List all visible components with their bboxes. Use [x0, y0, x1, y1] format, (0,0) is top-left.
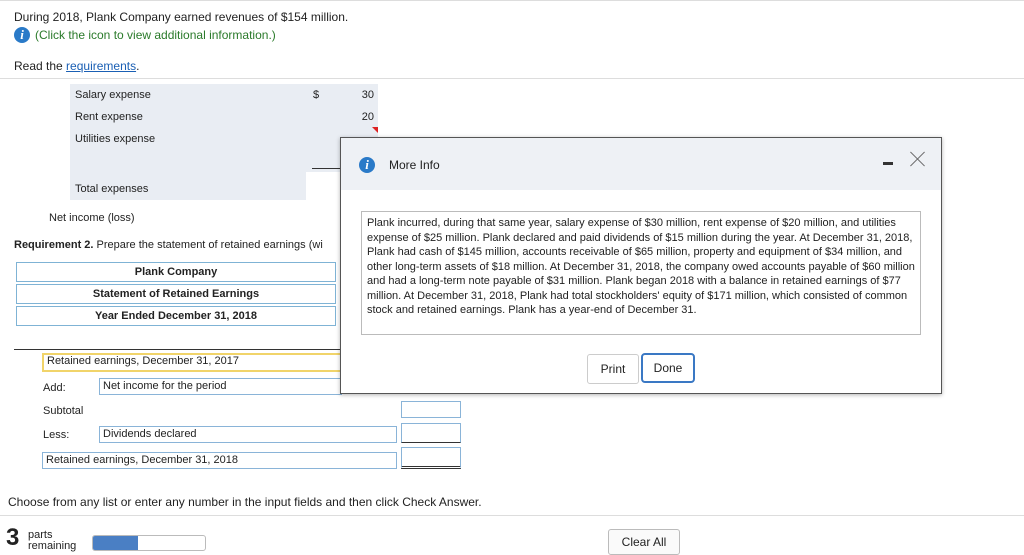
requirement-2: Requirement 2. Prepare the statement of … — [14, 239, 323, 251]
requirement-label: Requirement 2. — [14, 239, 94, 251]
add-label: Add: — [43, 382, 66, 394]
remaining-word: remaining — [28, 540, 77, 552]
dividends-input[interactable] — [401, 423, 461, 443]
parts-remaining-count: 3 — [6, 524, 20, 551]
net-income-select[interactable]: Net income for the period — [99, 378, 342, 395]
ending-retained-earnings-select[interactable]: Retained earnings, December 31, 2018 — [42, 452, 397, 469]
read-prefix: Read the — [14, 59, 67, 73]
read-suffix: . — [136, 59, 140, 73]
done-button[interactable]: Done — [641, 353, 695, 383]
question-intro: During 2018, Plank Company earned revenu… — [14, 10, 349, 24]
dollar-sign: $ — [313, 89, 320, 101]
salary-expense-label: Salary expense — [75, 89, 151, 101]
info-icon: i — [359, 157, 375, 173]
subtotal-label: Subtotal — [43, 405, 84, 417]
statement-period: Year Ended December 31, 2018 — [16, 306, 336, 326]
less-label: Less: — [43, 429, 70, 441]
dialog-title: More Info — [389, 158, 440, 172]
dialog-body-text: Plank incurred, during that same year, s… — [361, 211, 921, 335]
info-link[interactable]: (Click the icon to view additional infor… — [35, 28, 276, 42]
progress-bar — [92, 535, 206, 551]
read-requirements: Read the requirements. — [14, 59, 139, 73]
requirements-link[interactable]: requirements — [66, 59, 136, 73]
statement-title: Statement of Retained Earnings — [16, 284, 336, 304]
subtotal-input[interactable] — [401, 401, 461, 418]
ending-retained-earnings-input[interactable] — [401, 447, 461, 469]
parts-remaining-label: parts remaining — [28, 530, 76, 552]
more-info-dialog: i More Info Plank incurred, during that … — [340, 137, 942, 394]
instruction-text: Choose from any list or enter any number… — [8, 495, 482, 509]
salary-expense-value: 30 — [361, 89, 374, 101]
utilities-expense-label: Utilities expense — [75, 133, 156, 145]
company-name: Plank Company — [16, 262, 336, 282]
progress-fill — [93, 536, 138, 550]
net-income-label: Net income (loss) — [49, 212, 135, 224]
dividends-select[interactable]: Dividends declared — [99, 426, 397, 443]
rent-expense-label: Rent expense — [75, 111, 143, 123]
total-expenses-label: Total expenses — [75, 183, 149, 195]
statement-rule — [14, 349, 344, 350]
minimize-icon[interactable] — [883, 162, 893, 165]
info-icon[interactable]: i — [14, 27, 30, 43]
top-divider — [0, 0, 1024, 1]
rent-expense-value: 20 — [361, 111, 374, 123]
close-icon[interactable] — [909, 150, 927, 168]
print-button[interactable]: Print — [587, 354, 639, 384]
info-row[interactable]: i (Click the icon to view additional inf… — [14, 27, 276, 43]
requirement-text: Prepare the statement of retained earnin… — [93, 239, 323, 251]
clear-all-button[interactable]: Clear All — [608, 529, 680, 555]
cell-marker-icon — [372, 127, 378, 133]
dialog-header[interactable]: i More Info — [341, 138, 941, 190]
footer-divider — [0, 515, 1024, 516]
section-divider — [0, 78, 1024, 79]
beginning-retained-earnings-select[interactable]: Retained earnings, December 31, 2017 — [42, 353, 342, 372]
